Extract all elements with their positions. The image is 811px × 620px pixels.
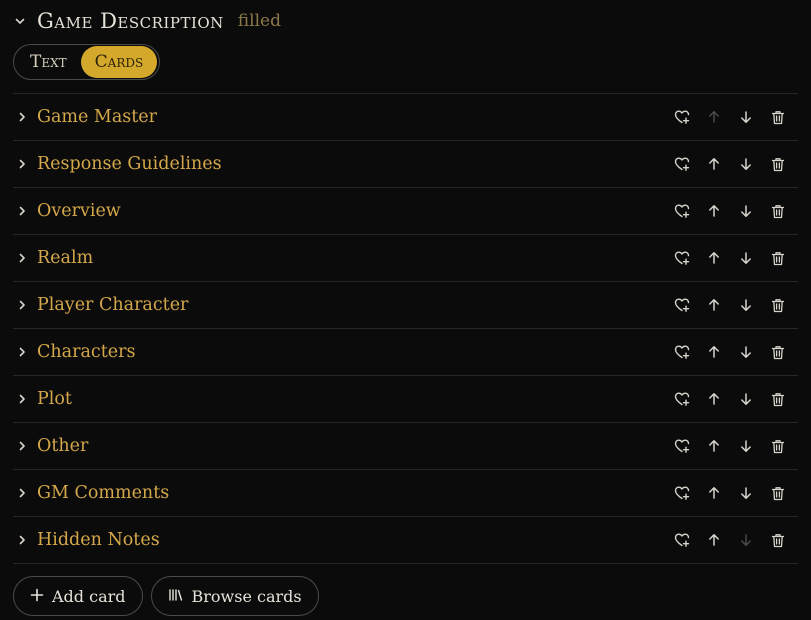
trash-icon[interactable] xyxy=(762,477,794,509)
card-actions xyxy=(666,376,794,422)
card-actions xyxy=(666,423,794,469)
trash-icon[interactable] xyxy=(762,195,794,227)
card-row[interactable]: Game Master xyxy=(13,94,798,141)
heart-plus-icon[interactable] xyxy=(666,148,698,180)
trash-icon[interactable] xyxy=(762,289,794,321)
arrow-down-icon[interactable] xyxy=(730,242,762,274)
heart-plus-icon[interactable] xyxy=(666,477,698,509)
plus-icon xyxy=(30,587,44,606)
toggle-option-text[interactable]: Text xyxy=(16,46,81,78)
heart-plus-icon[interactable] xyxy=(666,524,698,556)
arrow-down-icon[interactable] xyxy=(730,477,762,509)
arrow-down-icon[interactable] xyxy=(730,336,762,368)
card-row[interactable]: Player Character xyxy=(13,282,798,329)
chevron-right-icon[interactable] xyxy=(15,439,29,453)
arrow-up-icon[interactable] xyxy=(698,242,730,274)
arrow-up-icon[interactable] xyxy=(698,524,730,556)
add-card-button[interactable]: Add card xyxy=(13,576,143,616)
add-card-label: Add card xyxy=(52,586,126,606)
section-status: filled xyxy=(237,11,281,31)
card-actions xyxy=(666,329,794,375)
arrow-up-icon[interactable] xyxy=(698,430,730,462)
trash-icon[interactable] xyxy=(762,242,794,274)
arrow-down-icon[interactable] xyxy=(730,148,762,180)
arrow-up-icon[interactable] xyxy=(698,336,730,368)
chevron-right-icon[interactable] xyxy=(15,486,29,500)
trash-icon[interactable] xyxy=(762,524,794,556)
card-row[interactable]: Overview xyxy=(13,188,798,235)
trash-icon[interactable] xyxy=(762,148,794,180)
toggle-option-cards[interactable]: Cards xyxy=(80,46,158,78)
heart-plus-icon[interactable] xyxy=(666,383,698,415)
card-actions xyxy=(666,235,794,281)
browse-cards-label: Browse cards xyxy=(191,586,302,606)
library-icon xyxy=(168,587,184,606)
heart-plus-icon[interactable] xyxy=(666,195,698,227)
heart-plus-icon[interactable] xyxy=(666,336,698,368)
arrow-down-icon[interactable] xyxy=(730,430,762,462)
arrow-up-icon[interactable] xyxy=(698,195,730,227)
card-row[interactable]: Characters xyxy=(13,329,798,376)
arrow-up-icon[interactable] xyxy=(698,289,730,321)
chevron-right-icon[interactable] xyxy=(15,251,29,265)
arrow-down-icon[interactable] xyxy=(730,101,762,133)
arrow-down-icon[interactable] xyxy=(730,289,762,321)
card-actions xyxy=(666,94,794,140)
chevron-right-icon[interactable] xyxy=(15,204,29,218)
card-row[interactable]: Realm xyxy=(13,235,798,282)
trash-icon[interactable] xyxy=(762,101,794,133)
trash-icon[interactable] xyxy=(762,383,794,415)
game-description-panel: Game Description filled Text Cards Game … xyxy=(0,0,811,620)
card-footer-actions: Add card Browse cards xyxy=(13,576,319,616)
arrow-up-icon xyxy=(698,101,730,133)
card-actions xyxy=(666,188,794,234)
chevron-right-icon[interactable] xyxy=(15,110,29,124)
arrow-up-icon[interactable] xyxy=(698,477,730,509)
section-header[interactable]: Game Description filled xyxy=(13,0,798,42)
trash-icon[interactable] xyxy=(762,336,794,368)
chevron-right-icon[interactable] xyxy=(15,298,29,312)
chevron-right-icon[interactable] xyxy=(15,533,29,547)
chevron-right-icon[interactable] xyxy=(15,345,29,359)
arrow-up-icon[interactable] xyxy=(698,383,730,415)
browse-cards-button[interactable]: Browse cards xyxy=(150,576,319,616)
card-list: Game Master Response Guidelines Overview xyxy=(13,93,798,564)
arrow-down-icon[interactable] xyxy=(730,195,762,227)
card-row[interactable]: Hidden Notes xyxy=(13,517,798,564)
view-mode-toggle[interactable]: Text Cards xyxy=(13,44,161,80)
card-actions xyxy=(666,517,794,563)
card-actions xyxy=(666,470,794,516)
card-row[interactable]: Response Guidelines xyxy=(13,141,798,188)
heart-plus-icon[interactable] xyxy=(666,430,698,462)
heart-plus-icon[interactable] xyxy=(666,289,698,321)
card-row[interactable]: Plot xyxy=(13,376,798,423)
arrow-up-icon[interactable] xyxy=(698,148,730,180)
card-actions xyxy=(666,141,794,187)
trash-icon[interactable] xyxy=(762,430,794,462)
chevron-right-icon[interactable] xyxy=(15,157,29,171)
chevron-right-icon[interactable] xyxy=(15,392,29,406)
chevron-down-icon[interactable] xyxy=(13,14,27,28)
card-row[interactable]: GM Comments xyxy=(13,470,798,517)
heart-plus-icon[interactable] xyxy=(666,101,698,133)
card-row[interactable]: Other xyxy=(13,423,798,470)
card-actions xyxy=(666,282,794,328)
heart-plus-icon[interactable] xyxy=(666,242,698,274)
arrow-down-icon[interactable] xyxy=(730,383,762,415)
arrow-down-icon xyxy=(730,524,762,556)
section-title: Game Description xyxy=(37,9,224,33)
